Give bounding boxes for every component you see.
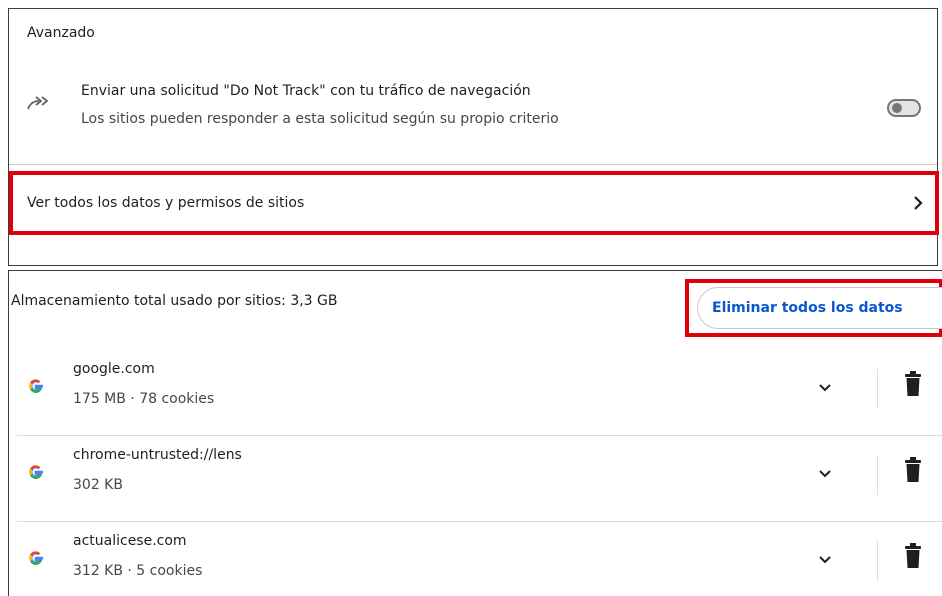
vertical-divider (877, 369, 878, 409)
site-row[interactable]: chrome-untrusted://lens 302 KB (17, 435, 942, 521)
google-g-icon (29, 551, 43, 565)
site-name: google.com (73, 361, 155, 377)
clear-all-data-button[interactable]: Eliminar todos los datos (697, 287, 942, 329)
chevron-down-icon[interactable] (813, 547, 837, 571)
divider (9, 164, 937, 165)
vertical-divider (877, 455, 878, 495)
site-storage-panel: Almacenamiento total usado por sitios: 3… (8, 270, 942, 596)
vertical-divider (877, 541, 878, 581)
do-not-track-arrow-icon (27, 96, 49, 110)
site-usage: 312 KB · 5 cookies (73, 563, 203, 579)
do-not-track-row[interactable]: Enviar una solicitud "Do Not Track" con … (9, 79, 937, 139)
trash-icon[interactable] (903, 457, 923, 483)
google-g-icon (29, 465, 43, 479)
google-g-icon (29, 379, 43, 393)
chevron-right-icon (914, 196, 923, 210)
chevron-down-icon[interactable] (813, 375, 837, 399)
advanced-panel: Avanzado Enviar una solicitud "Do Not Tr… (8, 8, 939, 266)
chevron-down-icon[interactable] (813, 461, 837, 485)
toggle-knob (892, 103, 902, 113)
do-not-track-title: Enviar una solicitud "Do Not Track" con … (81, 83, 531, 99)
site-usage: 302 KB (73, 477, 123, 493)
do-not-track-toggle[interactable] (887, 99, 921, 117)
do-not-track-subtitle: Los sitios pueden responder a esta solic… (81, 111, 559, 127)
site-row[interactable]: google.com 175 MB · 78 cookies (17, 349, 942, 435)
trash-icon[interactable] (903, 543, 923, 569)
clear-all-highlight: Eliminar todos los datos (685, 279, 942, 337)
site-name: actualicese.com (73, 533, 187, 549)
trash-icon[interactable] (903, 371, 923, 397)
site-usage: 175 MB · 78 cookies (73, 391, 215, 407)
site-row[interactable]: actualicese.com 312 KB · 5 cookies (17, 521, 942, 596)
section-title-advanced: Avanzado (27, 25, 95, 41)
site-data-permissions-label: Ver todos los datos y permisos de sitios (27, 195, 305, 211)
site-data-permissions-link[interactable]: Ver todos los datos y permisos de sitios (9, 171, 939, 235)
storage-total-label: Almacenamiento total usado por sitios: 3… (11, 293, 338, 309)
site-name: chrome-untrusted://lens (73, 447, 242, 463)
